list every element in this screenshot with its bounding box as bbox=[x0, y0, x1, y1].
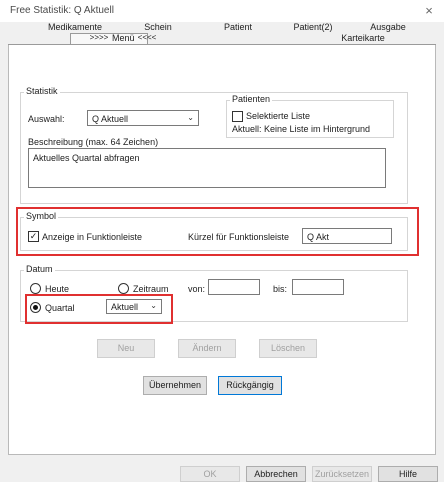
chevron-down-icon: ⌄ bbox=[187, 113, 194, 122]
abbrechen-button[interactable]: Abbrechen bbox=[246, 466, 306, 482]
hilfe-button[interactable]: Hilfe bbox=[378, 466, 438, 482]
auswahl-label: Auswahl: bbox=[28, 114, 65, 124]
group-patienten-legend: Patienten bbox=[230, 94, 273, 104]
beschreibung-textarea[interactable]: Aktuelles Quartal abfragen bbox=[28, 148, 386, 188]
zeitraum-radio[interactable] bbox=[118, 283, 129, 294]
bis-label: bis: bbox=[273, 284, 288, 294]
dialog-window: Free Statistik: Q Aktuell × Medikamente … bbox=[0, 0, 444, 482]
beschreibung-value: Aktuelles Quartal abfragen bbox=[33, 153, 140, 163]
tab-karteikarte[interactable]: Karteikarte bbox=[328, 33, 398, 45]
highlight-box-quartal bbox=[25, 294, 173, 324]
close-icon[interactable]: × bbox=[420, 2, 438, 20]
tab-menue[interactable]: Menü bbox=[112, 33, 135, 45]
selektierte-liste-label: Selektierte Liste bbox=[246, 111, 311, 121]
auswahl-value: Q Aktuell bbox=[92, 114, 129, 124]
tab-row-bottom: >>>> Menü <<<< Karteikarte bbox=[8, 33, 436, 45]
loeschen-button[interactable]: Löschen bbox=[259, 339, 317, 358]
heute-label: Heute bbox=[45, 284, 70, 294]
selektierte-liste-checkbox[interactable] bbox=[232, 111, 243, 122]
patienten-aktuell-text: Aktuell: Keine Liste im Hintergrund bbox=[232, 124, 371, 134]
bis-input[interactable] bbox=[292, 279, 344, 295]
heute-radio[interactable] bbox=[30, 283, 41, 294]
group-statistik-legend: Statistik bbox=[24, 86, 60, 96]
group-datum-legend: Datum bbox=[24, 264, 55, 274]
neu-button[interactable]: Neu bbox=[97, 339, 155, 358]
zuruecksetzen-button[interactable]: Zurücksetzen bbox=[312, 466, 372, 482]
aendern-button[interactable]: Ändern bbox=[178, 339, 236, 358]
tab-scroll-right[interactable]: <<<< bbox=[136, 33, 158, 45]
uebernehmen-button[interactable]: Übernehmen bbox=[143, 376, 207, 395]
von-input[interactable] bbox=[208, 279, 260, 295]
tab-scroll-left[interactable]: >>>> bbox=[88, 33, 110, 45]
window-title: Free Statistik: Q Aktuell bbox=[10, 5, 114, 16]
zeitraum-label: Zeitraum bbox=[133, 284, 169, 294]
highlight-box-symbol bbox=[16, 207, 419, 256]
von-label: von: bbox=[188, 284, 206, 294]
beschreibung-label: Beschreibung (max. 64 Zeichen) bbox=[28, 137, 159, 147]
auswahl-dropdown[interactable]: Q Aktuell ⌄ bbox=[87, 110, 199, 126]
title-bar: Free Statistik: Q Aktuell × bbox=[0, 0, 444, 22]
ok-button[interactable]: OK bbox=[180, 466, 240, 482]
rueckgaengig-button[interactable]: Rückgängig bbox=[218, 376, 282, 395]
